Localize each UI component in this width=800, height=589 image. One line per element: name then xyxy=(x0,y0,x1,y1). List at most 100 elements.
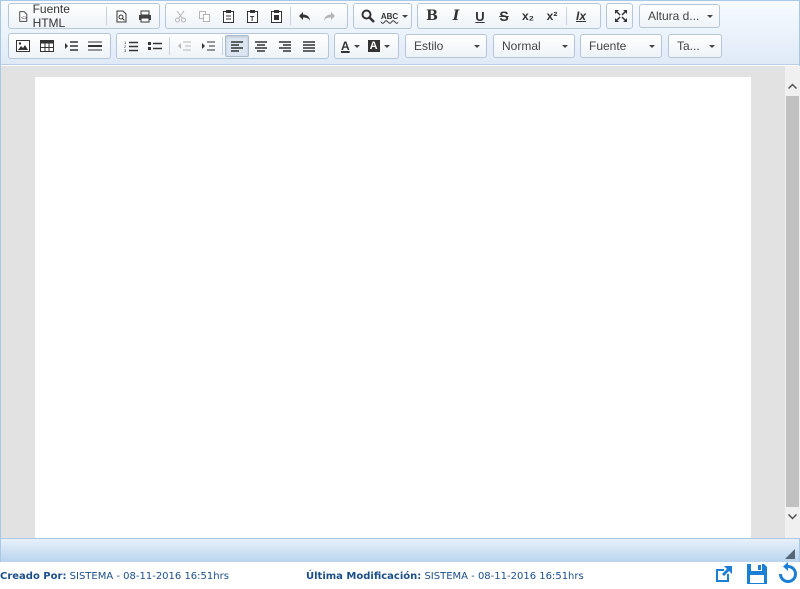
save-button[interactable] xyxy=(745,562,769,586)
horizontal-line-icon xyxy=(88,41,102,51)
image-icon xyxy=(16,40,30,52)
cut-button[interactable] xyxy=(168,5,192,27)
strikethrough-button[interactable]: S xyxy=(492,5,516,27)
style-label: Estilo xyxy=(414,39,444,53)
bulleted-list-icon xyxy=(148,42,162,50)
decrease-indent-button[interactable] xyxy=(172,35,196,57)
align-justify-icon xyxy=(303,40,315,52)
chevron-down-icon xyxy=(707,14,713,18)
numbered-list-icon: 123 xyxy=(124,40,138,52)
clipboard-group: T xyxy=(165,3,348,29)
source-html-button[interactable]: <> Fuente HTML xyxy=(11,2,104,30)
chevron-down-icon xyxy=(474,44,480,48)
last-modified-value: SISTEMA - 08-11-2016 16:51hrs xyxy=(424,571,584,582)
reload-icon xyxy=(779,562,797,583)
underline-button[interactable]: U xyxy=(468,5,492,27)
maximize-button[interactable] xyxy=(609,5,633,27)
svg-text:T: T xyxy=(250,16,255,23)
outdent-icon xyxy=(178,41,191,51)
undo-icon xyxy=(299,12,310,21)
text-color-icon: A xyxy=(341,39,350,53)
text-indent-icon xyxy=(65,41,78,51)
svg-text:3: 3 xyxy=(124,48,127,52)
preview-icon xyxy=(116,10,126,22)
toolbar-separator xyxy=(566,7,567,25)
resize-handle[interactable] xyxy=(785,549,795,559)
colors-group: A A xyxy=(334,33,399,59)
created-by-label: Creado Por: xyxy=(0,571,67,582)
remove-format-button[interactable]: Ix xyxy=(569,5,593,27)
chevron-down-icon xyxy=(383,44,390,48)
italic-button[interactable]: I xyxy=(444,5,468,27)
tools-group xyxy=(606,3,633,29)
format-label: Normal xyxy=(502,39,541,53)
document-page[interactable] xyxy=(35,77,751,538)
redo-icon xyxy=(324,12,335,21)
rich-text-editor: <> Fuente HTML T ABC B I U S x₂ x² Ix Al… xyxy=(0,0,800,562)
paste-word-icon xyxy=(270,10,282,23)
increase-indent-button[interactable] xyxy=(196,35,220,57)
created-by: Creado Por: SISTEMA - 08-11-2016 16:51hr… xyxy=(0,571,229,582)
chevron-down-icon xyxy=(709,44,715,48)
align-center-button[interactable] xyxy=(249,35,273,57)
reload-button[interactable] xyxy=(776,562,800,586)
scroll-up-arrow[interactable] xyxy=(785,78,800,94)
superscript-button[interactable]: x² xyxy=(540,5,564,27)
subscript-button[interactable]: x₂ xyxy=(516,5,540,27)
insert-image-button[interactable] xyxy=(11,35,35,57)
style-dropdown[interactable]: Estilo xyxy=(405,34,487,58)
copy-icon xyxy=(198,10,210,22)
background-color-button[interactable]: A xyxy=(364,35,394,57)
indent-icon xyxy=(202,41,215,51)
undo-button[interactable] xyxy=(293,5,317,27)
bulleted-list-button[interactable] xyxy=(143,35,167,57)
font-size-label: Ta... xyxy=(677,39,700,53)
insert-table-button[interactable] xyxy=(35,35,59,57)
chevron-down-icon xyxy=(562,44,568,48)
svg-text:<>: <> xyxy=(21,15,27,21)
spellcheck-icon: ABC xyxy=(380,11,399,21)
toolbar-separator xyxy=(106,7,107,25)
font-label: Fuente xyxy=(589,39,627,53)
chevron-down-icon xyxy=(402,14,409,18)
copy-button[interactable] xyxy=(192,5,216,27)
insert-indent-list-button[interactable] xyxy=(59,35,83,57)
find-button[interactable] xyxy=(356,5,380,27)
background-color-icon: A xyxy=(367,40,380,52)
paste-text-icon: T xyxy=(246,10,258,23)
paragraph-group: 123 xyxy=(116,33,329,59)
paste-button[interactable] xyxy=(216,5,240,27)
align-right-button[interactable] xyxy=(273,35,297,57)
line-height-dropdown[interactable]: Altura d... xyxy=(639,4,720,28)
paste-word-button[interactable] xyxy=(264,5,288,27)
scroll-down-arrow[interactable] xyxy=(785,509,800,525)
scroll-thumb[interactable] xyxy=(786,96,799,507)
toolbar-separator xyxy=(169,37,170,55)
bold-button[interactable]: B xyxy=(420,5,444,27)
redo-button[interactable] xyxy=(317,5,341,27)
document-group: <> Fuente HTML xyxy=(8,2,160,30)
cut-icon xyxy=(174,10,186,22)
toolbar-separator xyxy=(222,37,223,55)
line-height-label: Altura d... xyxy=(648,9,700,23)
vertical-scrollbar[interactable] xyxy=(785,66,800,538)
align-left-button[interactable] xyxy=(225,35,249,57)
align-center-icon xyxy=(255,40,267,52)
font-size-dropdown[interactable]: Ta... xyxy=(668,34,722,58)
text-color-button[interactable]: A xyxy=(337,35,364,57)
paste-text-button[interactable]: T xyxy=(240,5,264,27)
spellcheck-button[interactable]: ABC xyxy=(380,5,409,27)
align-justify-button[interactable] xyxy=(297,35,321,57)
horizontal-rule-button[interactable] xyxy=(83,35,107,57)
preview-button[interactable] xyxy=(109,5,133,27)
last-modified: Última Modificación: SISTEMA - 08-11-201… xyxy=(306,571,584,582)
numbered-list-button[interactable]: 123 xyxy=(119,35,143,57)
open-external-button[interactable] xyxy=(712,562,736,586)
insert-group xyxy=(8,33,111,59)
format-dropdown[interactable]: Normal xyxy=(493,34,575,58)
font-dropdown[interactable]: Fuente xyxy=(580,34,662,58)
align-left-icon xyxy=(231,40,243,52)
editor-toolbar: <> Fuente HTML T ABC B I U S x₂ x² Ix Al… xyxy=(1,1,799,65)
chevron-up-icon xyxy=(788,83,797,89)
print-button[interactable] xyxy=(133,5,157,27)
